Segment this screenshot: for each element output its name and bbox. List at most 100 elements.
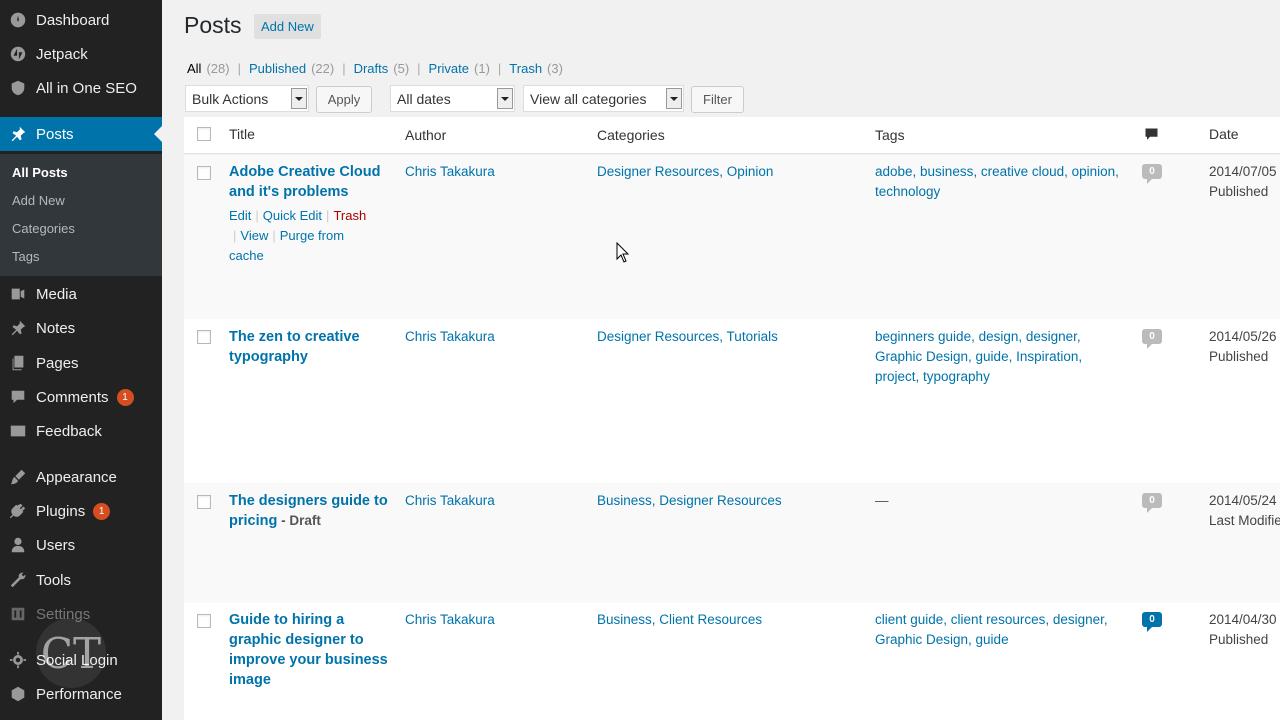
filter-private-count: (1) [474, 61, 490, 76]
sidebar-item-media[interactable]: Media [0, 277, 162, 311]
comment-icon[interactable] [1144, 127, 1159, 145]
row-checkbox[interactable] [197, 330, 211, 344]
post-tags[interactable]: adobe, business, creative cloud, opinion… [875, 162, 1135, 202]
purge-cache-link[interactable]: Purge from [280, 228, 344, 243]
sidebar-item-users[interactable]: Users [0, 528, 162, 562]
filter-all-count: (28) [206, 61, 230, 76]
table-row: Guide to hiring a graphic designer to im… [184, 603, 1280, 720]
quick-edit-link[interactable]: Quick Edit [263, 208, 322, 223]
sidebar-item-notes[interactable]: Notes [0, 311, 162, 345]
filter-separator: | [417, 61, 421, 76]
sidebar-item-feedback[interactable]: Feedback [0, 414, 162, 448]
post-tags[interactable]: client guide, client resources, designer… [875, 610, 1135, 650]
sidebar-item-pages[interactable]: Pages [0, 346, 162, 380]
sidebar-item-label: Performance [36, 685, 122, 703]
add-new-button[interactable]: Add New [254, 14, 321, 39]
submenu-tags[interactable]: Tags [12, 249, 39, 264]
filter-trash-count: (3) [547, 61, 563, 76]
post-categories[interactable]: Business, Client Resources [597, 610, 762, 630]
apply-button[interactable]: Apply [316, 86, 372, 113]
post-categories[interactable]: Designer Resources, Opinion [597, 162, 773, 182]
submenu-add-new[interactable]: Add New [12, 193, 65, 208]
wrench-icon [0, 571, 36, 589]
column-date[interactable]: Date [1209, 126, 1239, 142]
chevron-down-icon [291, 88, 307, 109]
post-status-filters: All (28) | Published (22) | Drafts (5) |… [187, 61, 563, 76]
comment-count-bubble[interactable]: 0 [1142, 164, 1162, 184]
post-title-link[interactable]: The designers guide to [229, 491, 399, 511]
comment-count-bubble[interactable]: 0 [1142, 329, 1162, 349]
sidebar-item-label: Notes [36, 319, 76, 337]
post-tags[interactable]: beginners guide, design, designer, Graph… [875, 327, 1135, 387]
sidebar-item-label: Plugins [36, 502, 86, 520]
chevron-down-icon [666, 88, 682, 109]
sidebar-item-label: Tools [36, 571, 72, 589]
comment-count-bubble[interactable]: 0 [1142, 493, 1162, 513]
post-categories[interactable]: Designer Resources, Tutorials [597, 327, 778, 347]
feedback-icon [0, 422, 36, 440]
row-checkbox[interactable] [197, 166, 211, 180]
post-author[interactable]: Chris Takakura [405, 162, 495, 182]
column-categories: Categories [597, 127, 665, 143]
gear-icon [0, 651, 36, 669]
pages-icon [0, 354, 36, 372]
table-row: Adobe Creative Cloud and it's problems E… [184, 155, 1280, 319]
sidebar-item-label: Users [36, 536, 76, 554]
filter-private[interactable]: Private [429, 61, 469, 76]
filter-button[interactable]: Filter [691, 86, 744, 113]
table-row: The designers guide to pricing - Draft C… [184, 483, 1280, 603]
dates-select[interactable]: All dates [390, 85, 515, 112]
view-link[interactable]: View [240, 228, 268, 243]
column-title[interactable]: Title [229, 126, 255, 142]
post-categories[interactable]: Business, Designer Resources [597, 491, 782, 511]
select-all-checkbox[interactable] [197, 127, 211, 141]
post-title-link[interactable]: Adobe Creative Cloud and it's problems [229, 162, 389, 202]
posts-submenu: All Posts Add New Categories Tags [0, 154, 162, 276]
post-date: 2014/05/24 Last Modified [1209, 493, 1280, 528]
submenu-all-posts[interactable]: All Posts [12, 165, 68, 180]
dates-value: All dates [397, 90, 451, 107]
post-title-cell: The designers guide to pricing - Draft [229, 491, 399, 531]
sidebar-item-plugins[interactable]: Plugins 1 [0, 494, 162, 528]
sidebar-item-label: All in One SEO [36, 79, 137, 97]
trash-link[interactable]: Trash [333, 208, 366, 223]
filter-trash[interactable]: Trash [509, 61, 542, 76]
sidebar-item-label: Appearance [36, 468, 117, 486]
comment-count-bubble[interactable]: 0 [1142, 612, 1162, 632]
post-title-link[interactable]: Guide to hiring a graphic designer to im… [229, 610, 399, 690]
submenu-categories[interactable]: Categories [12, 221, 75, 236]
post-author[interactable]: Chris Takakura [405, 610, 495, 630]
admin-sidebar: Dashboard Jetpack All in One SEO Posts A… [0, 0, 162, 720]
comment-icon [0, 388, 36, 406]
brush-icon [0, 468, 36, 486]
sidebar-item-dashboard[interactable]: Dashboard [0, 3, 162, 37]
media-icon [0, 285, 36, 303]
mouse-cursor-icon [616, 242, 630, 263]
edit-link[interactable]: Edit [229, 208, 251, 223]
filter-drafts[interactable]: Drafts [354, 61, 389, 76]
bulk-actions-select[interactable]: Bulk Actions [185, 85, 309, 112]
sidebar-item-all-in-one-seo[interactable]: All in One SEO [0, 71, 162, 105]
sidebar-item-tools[interactable]: Tools [0, 563, 162, 597]
filter-separator: | [497, 61, 502, 76]
dashboard-icon [0, 11, 36, 29]
filter-published[interactable]: Published [249, 61, 306, 76]
shield-icon [0, 79, 36, 97]
categories-select[interactable]: View all categories [523, 85, 684, 112]
post-title-link[interactable]: The zen to creative typography [229, 327, 389, 367]
row-checkbox[interactable] [197, 495, 211, 509]
post-title-link[interactable]: pricing [229, 513, 277, 529]
post-author[interactable]: Chris Takakura [405, 327, 495, 347]
sidebar-item-jetpack[interactable]: Jetpack [0, 37, 162, 71]
posts-table: Title Author Categories Tags Date Adobe … [184, 117, 1280, 720]
comments-count-badge: 1 [116, 388, 134, 406]
sidebar-item-appearance[interactable]: Appearance [0, 460, 162, 494]
purge-cache-link-cont[interactable]: cache [229, 248, 264, 263]
filter-all[interactable]: All [187, 61, 201, 76]
sidebar-item-posts[interactable]: Posts [0, 117, 162, 151]
sidebar-item-comments[interactable]: Comments 1 [0, 380, 162, 414]
bulk-actions-value: Bulk Actions [192, 90, 269, 107]
post-author[interactable]: Chris Takakura [405, 491, 495, 511]
categories-value: View all categories [530, 90, 647, 107]
row-checkbox[interactable] [197, 614, 211, 628]
